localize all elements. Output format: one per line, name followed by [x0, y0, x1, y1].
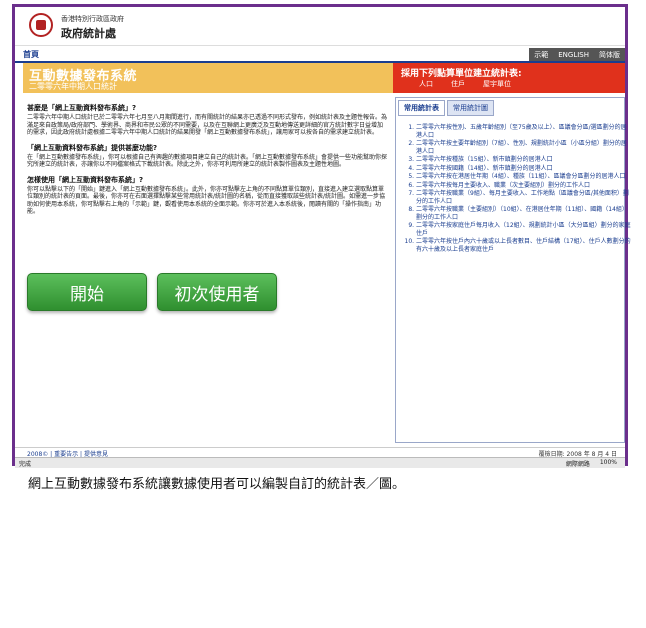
- table-link[interactable]: 二零零六年按主要年齡組別（7組）、性別、規劃統計小區（小區分組）劃分的居港人口: [416, 140, 632, 155]
- browser-window: 香港特別行政區政府 政府統計處 首頁 示範 ENGLISH 简体版 互動數據發布…: [12, 4, 631, 468]
- navbar: 首頁 示範 ENGLISH 简体版: [15, 48, 625, 63]
- nav-simplified-link[interactable]: 简体版: [594, 50, 625, 60]
- popular-table-list: 二零零六年按性別、五歲年齡組別（至75歲及以上）、區議會分區/選區劃分的居港人口…: [402, 124, 632, 254]
- status-right: 網際網路 100%: [566, 459, 617, 468]
- table-link[interactable]: 二零零六年按種族（15組）、新市鎮劃分的居港人口: [416, 156, 632, 164]
- table-link[interactable]: 二零零六年按職業（9組）、每月主要收入、工作地點（區議會分區/其他面积）劃分的工…: [416, 190, 632, 205]
- faq-answer: 二零零六年中期人口統計已於二零零六年七月至八月期間進行，而有關統計的結果亦已透過…: [27, 114, 388, 136]
- first-time-user-button[interactable]: 初次使用者: [157, 273, 277, 311]
- unit-selector-banner: 採用下列點算單位建立統計表: 人口 住戶 屋宇單位: [393, 63, 625, 93]
- popular-tables-panel: 常用統計表 常用統計圖 二零零六年按性別、五歲年齡組別（至75歲及以上）、區議會…: [395, 97, 631, 443]
- zone-indicator: 網際網路: [565, 461, 590, 468]
- unit-link-household[interactable]: 住戶: [451, 79, 465, 89]
- gov-name: 香港特別行政區政府: [61, 15, 124, 23]
- nav-demo-link[interactable]: 示範: [529, 50, 553, 60]
- faq-answer: 在「網上互動數據發布系統」，你可以根據自己有興趣的數據項目建立自己的統計表。「網…: [27, 153, 388, 169]
- table-link[interactable]: 二零零六年按在港居住年期（4組）、種族（11組）、區議會分區劃分的居港人口: [416, 173, 632, 181]
- faq-panel: 甚麼是「網上互動資料發布系統」? 二零零六年中期人口統計已於二零零六年七月至八月…: [23, 97, 391, 443]
- table-link[interactable]: 二零零六年按每月主要收入、職業（次主要組別）劃分的工作人口: [416, 182, 632, 190]
- dept-name: 政府統計處: [61, 27, 116, 40]
- tab-popular-charts[interactable]: 常用統計圖: [447, 100, 494, 116]
- figure-caption: 網上互動數據發布系統讓數據使用者可以編製自訂的統計表／圖。: [28, 477, 406, 492]
- unit-selector-label: 採用下列點算單位建立統計表:: [401, 69, 522, 79]
- nav-home-link[interactable]: 首頁: [23, 49, 39, 60]
- faq-question: 甚麼是「網上互動資料發布系統」?: [27, 104, 137, 112]
- browser-statusbar: 完成 網際網路 100%: [15, 457, 625, 468]
- unit-link-population[interactable]: 人口: [419, 79, 433, 89]
- faq-question: 怎樣使用「網上互動資料發布系統」?: [27, 175, 144, 184]
- status-text: 完成: [19, 461, 32, 468]
- nav-right-links: 示範 ENGLISH 简体版: [529, 48, 625, 61]
- unit-links: 人口 住戶 屋宇單位: [419, 79, 511, 89]
- zoom-level[interactable]: 100%: [600, 459, 617, 468]
- gov-logo-icon: [29, 13, 53, 37]
- faq-question: 「網上互動資料發布系統」提供甚麼功能?: [27, 143, 158, 152]
- tab-bar: 常用統計表 常用統計圖: [398, 100, 494, 116]
- table-link[interactable]: 二零零六年按住戶內六十歲或以上長者數目、住戶結構（17組）、住戶人數劃分的有六十…: [416, 238, 632, 253]
- faq-answer: 你可以點擊以下的「開始」鍵進入「網上互動數據發布系統」。此外，你亦可點擊左上角的…: [27, 185, 386, 216]
- table-link[interactable]: 二零零六年按家庭住戶每月收入（12組）、規劃統計小區（大分區組）劃分的家庭住戶: [416, 222, 632, 237]
- table-link[interactable]: 二零零六年按職業（主要組別）（10組）、在港居住年期（11組）、國籍（14組）劃…: [416, 206, 632, 221]
- table-link[interactable]: 二零零六年按性別、五歲年齡組別（至75歲及以上）、區議會分區/選區劃分的居港人口: [416, 124, 632, 139]
- table-link[interactable]: 二零零六年按國籍（14組）、新市鎮劃分的居港人口: [416, 165, 632, 173]
- nav-english-link[interactable]: ENGLISH: [553, 51, 594, 59]
- page-subtitle: 二零零六年中期人口統計: [29, 82, 117, 91]
- gov-header: 香港特別行政區政府 政府統計處: [15, 7, 625, 46]
- start-button[interactable]: 開始: [27, 273, 147, 311]
- unit-link-quarters[interactable]: 屋宇單位: [483, 79, 511, 89]
- tab-popular-tables[interactable]: 常用統計表: [398, 100, 445, 116]
- title-banner: 互動數據發布系統 二零零六年中期人口統計: [23, 63, 395, 93]
- action-buttons: 開始 初次使用者: [27, 273, 277, 311]
